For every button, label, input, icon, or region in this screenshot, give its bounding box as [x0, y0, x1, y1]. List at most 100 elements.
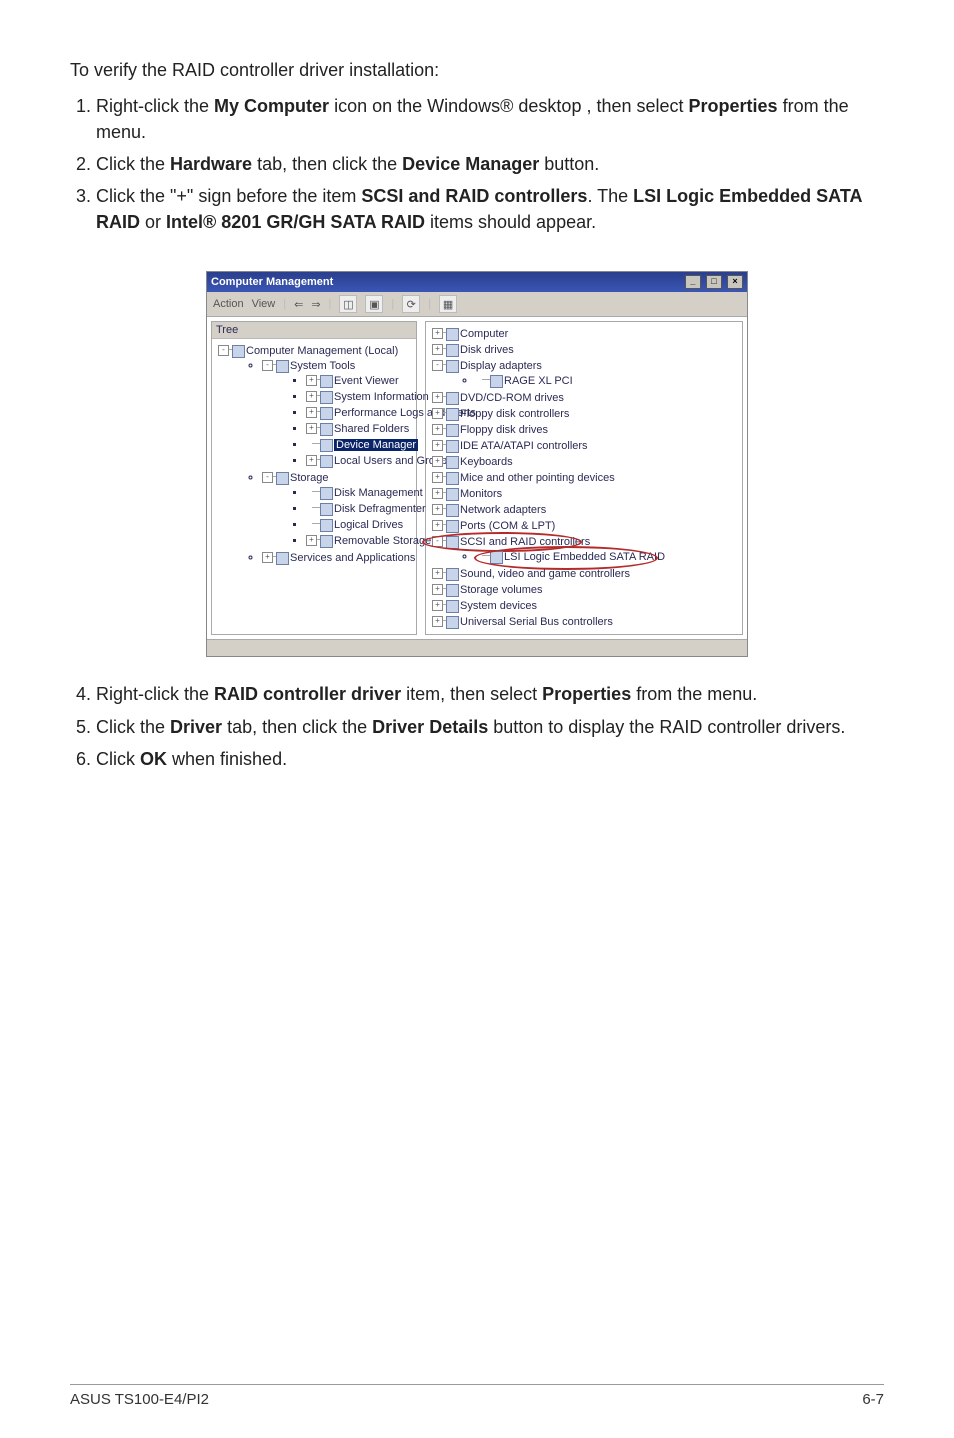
expander-icon[interactable]: +: [432, 616, 443, 627]
tree-item-scsi-raid[interactable]: -SCSI and RAID controllers LSI Logic Emb…: [432, 534, 740, 566]
disk-icon: [446, 344, 459, 357]
expander-icon[interactable]: +: [306, 535, 317, 546]
tree-label: Disk drives: [460, 344, 514, 356]
expander-icon[interactable]: +: [432, 456, 443, 467]
minimize-button[interactable]: _: [685, 275, 701, 289]
tree-item[interactable]: + DVD/CD-ROM drives: [432, 390, 740, 406]
tree-item[interactable]: +Removable Storage: [306, 533, 414, 549]
expander-icon[interactable]: -: [262, 360, 273, 371]
bold-text: Hardware: [170, 154, 252, 174]
toolbar-icon[interactable]: ▦: [439, 295, 457, 313]
expander-icon[interactable]: +: [306, 375, 317, 386]
expander-icon[interactable]: +: [306, 423, 317, 434]
expander-icon[interactable]: +: [432, 584, 443, 595]
text: button.: [539, 154, 599, 174]
keyboard-icon: [446, 456, 459, 469]
tree-item[interactable]: Disk Management: [306, 485, 414, 501]
expander-icon[interactable]: +: [432, 424, 443, 435]
expander-icon[interactable]: +: [432, 328, 443, 339]
forward-icon[interactable]: ⇒: [311, 298, 320, 311]
tree-label: Display adapters: [460, 360, 542, 372]
tree-label: IDE ATA/ATAPI controllers: [460, 440, 588, 452]
tree-item[interactable]: + IDE ATA/ATAPI controllers: [432, 438, 740, 454]
tree-item[interactable]: +System Information: [306, 389, 414, 405]
expander-icon[interactable]: +: [432, 392, 443, 403]
expander-icon[interactable]: -: [432, 536, 443, 547]
menu-action[interactable]: Action: [213, 298, 244, 310]
tree-item[interactable]: Disk Defragmenter: [306, 501, 414, 517]
adapter-icon: [490, 375, 503, 388]
tree-item[interactable]: +System devices: [432, 598, 740, 614]
expander-icon[interactable]: +: [432, 408, 443, 419]
expander-icon[interactable]: +: [432, 568, 443, 579]
expander-icon[interactable]: +: [432, 488, 443, 499]
text: tab, then click the: [222, 717, 372, 737]
services-icon: [276, 552, 289, 565]
expander-icon[interactable]: +: [432, 472, 443, 483]
expander-icon[interactable]: -: [262, 472, 273, 483]
text: from the menu.: [631, 684, 757, 704]
tree-item[interactable]: +Mice and other pointing devices: [432, 470, 740, 486]
tree-item-device-manager[interactable]: Device Manager: [306, 437, 414, 453]
titlebar: Computer Management _ □ ×: [207, 272, 747, 292]
tree-item[interactable]: + Disk drives: [432, 342, 740, 358]
display-icon: [446, 360, 459, 373]
tree-item[interactable]: +Sound, video and game controllers: [432, 566, 740, 582]
tree-item[interactable]: +Monitors: [432, 486, 740, 502]
tree-item[interactable]: +Storage volumes: [432, 582, 740, 598]
tree-item[interactable]: + Keyboards: [432, 454, 740, 470]
tree-item[interactable]: +Shared Folders: [306, 421, 414, 437]
tree-label: Floppy disk controllers: [460, 408, 569, 420]
tree-item[interactable]: +Local Users and Groups: [306, 453, 414, 469]
expander-icon[interactable]: +: [432, 600, 443, 611]
folder-icon: [276, 360, 289, 373]
device-tree: +Computer + Disk drives - Display adapters…: [428, 326, 740, 630]
tree-item[interactable]: +Event Viewer: [306, 373, 414, 389]
tree-item[interactable]: Logical Drives: [306, 517, 414, 533]
tree-label: Keyboards: [460, 456, 513, 468]
expander-icon[interactable]: -: [218, 345, 229, 356]
tree-item[interactable]: +Performance Logs and Alerts: [306, 405, 414, 421]
tree-item[interactable]: -Storage Disk Management Disk Defragment…: [262, 470, 414, 550]
tree-root[interactable]: - Computer Management (Local) -System To…: [218, 343, 414, 567]
tree-item[interactable]: +Floppy disk drives: [432, 422, 740, 438]
floppy-icon: [446, 424, 459, 437]
tree-item[interactable]: +Ports (COM & LPT): [432, 518, 740, 534]
scsi-icon: [490, 551, 503, 564]
expander-icon[interactable]: -: [432, 360, 443, 371]
window-body: Tree - Computer Management (Local) -Syst…: [207, 317, 747, 639]
back-icon[interactable]: ⇐: [294, 298, 303, 311]
step-1: Right-click the My Computer icon on the …: [96, 93, 884, 145]
menu-view[interactable]: View: [252, 298, 276, 310]
mouse-icon: [446, 472, 459, 485]
expander-icon[interactable]: +: [306, 407, 317, 418]
expander-icon[interactable]: +: [432, 344, 443, 355]
tree-label: DVD/CD-ROM drives: [460, 392, 564, 404]
maximize-button[interactable]: □: [706, 275, 722, 289]
expander-icon[interactable]: +: [306, 391, 317, 402]
tree-item[interactable]: + Services and Applications: [262, 550, 414, 566]
text: Click: [96, 749, 140, 769]
bold-text: Device Manager: [402, 154, 539, 174]
expander-icon[interactable]: +: [262, 552, 273, 563]
tree-item[interactable]: RAGE XL PCI: [476, 373, 740, 389]
expander-icon[interactable]: +: [432, 440, 443, 451]
tree-item[interactable]: +Computer: [432, 326, 740, 342]
tree-label: Services and Applications: [290, 552, 415, 564]
tree-item[interactable]: - Display adapters RAGE XL PCI: [432, 358, 740, 390]
page: To verify the RAID controller driver ins…: [0, 0, 954, 1438]
expander-icon[interactable]: +: [432, 504, 443, 515]
toolbar-separator: |: [428, 298, 431, 310]
expander-icon[interactable]: +: [306, 455, 317, 466]
expander-icon[interactable]: +: [432, 520, 443, 531]
drive-icon: [320, 519, 333, 532]
tree-item[interactable]: + Floppy disk controllers: [432, 406, 740, 422]
tree-item[interactable]: +Network adapters: [432, 502, 740, 518]
tree-item-lsi-raid[interactable]: LSI Logic Embedded SATA RAID: [476, 549, 740, 565]
close-button[interactable]: ×: [727, 275, 743, 289]
tree-item[interactable]: +Universal Serial Bus controllers: [432, 614, 740, 630]
toolbar-icon[interactable]: ◫: [339, 295, 357, 313]
tree-item[interactable]: -System Tools +Event Viewer +System Info…: [262, 358, 414, 470]
toolbar-icon[interactable]: ▣: [365, 295, 383, 313]
refresh-icon[interactable]: ⟳: [402, 295, 420, 313]
